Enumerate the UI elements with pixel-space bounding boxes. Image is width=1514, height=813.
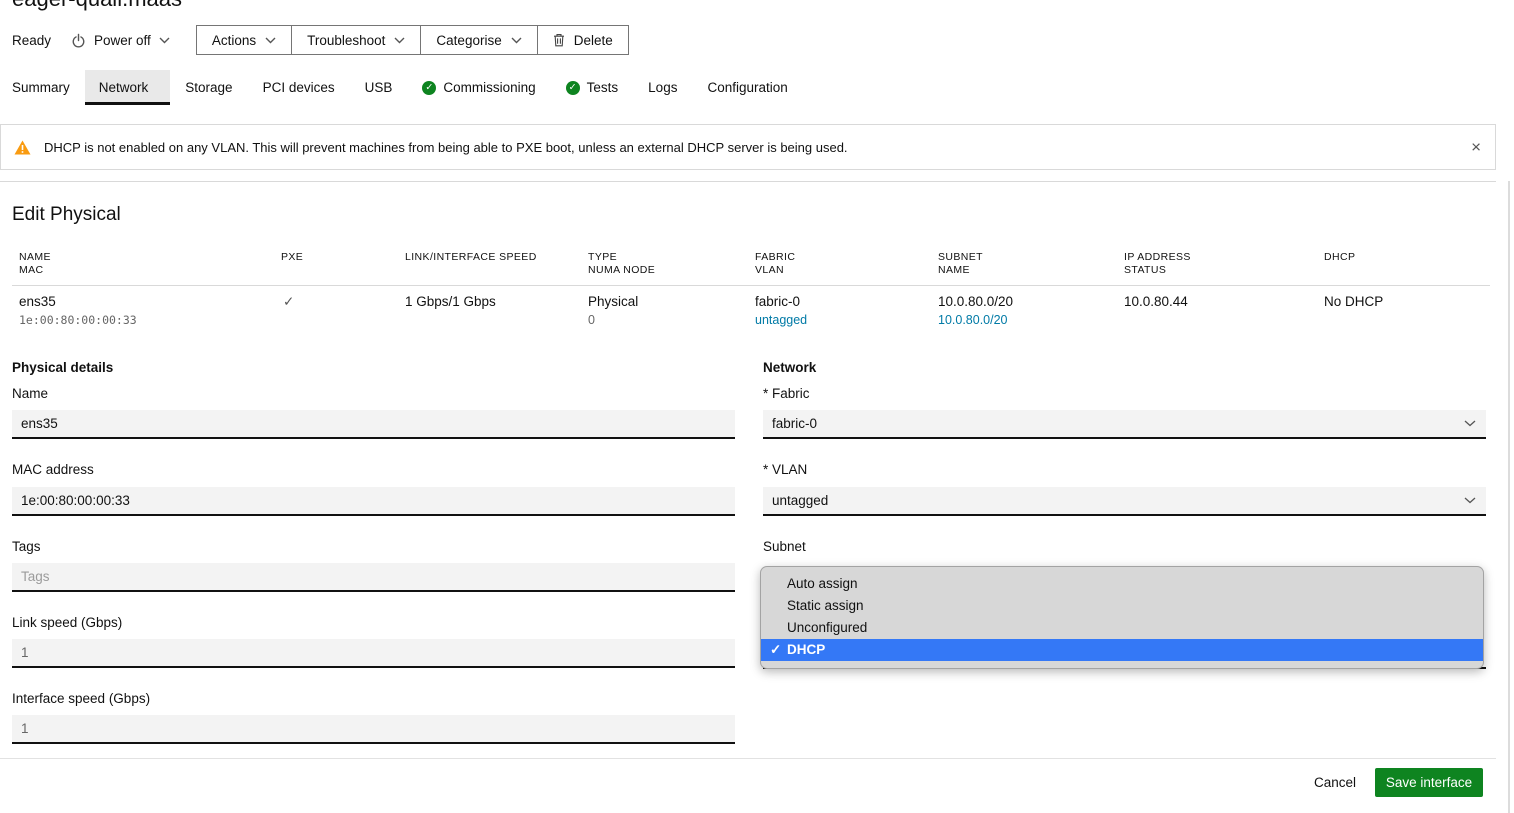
iface-dhcp-status: No DHCP <box>1324 294 1383 309</box>
network-heading: Network <box>763 360 816 375</box>
tab-storage[interactable]: Storage <box>170 70 247 105</box>
iface-subnet-name-link[interactable]: 10.0.80.0/20 <box>938 313 1008 327</box>
subnet-option-auto-assign[interactable]: Auto assign <box>761 573 1483 595</box>
col-header-subnet-name: SUBNETNAME <box>938 251 983 277</box>
subnet-dropdown-menu: Auto assign Static assign Unconfigured ✓… <box>760 566 1484 669</box>
iface-mac: 1e:00:80:00:00:33 <box>19 313 137 327</box>
footer-divider <box>0 758 1496 759</box>
machine-status: Ready <box>12 33 51 48</box>
delete-button[interactable]: Delete <box>538 26 628 54</box>
cancel-button[interactable]: Cancel <box>1300 768 1370 797</box>
table-header-divider <box>12 285 1490 286</box>
col-header-link-speed: LINK/INTERFACE SPEED <box>405 251 537 264</box>
machine-tabs: Summary Network Storage PCI devices USB … <box>0 70 803 105</box>
scroll-track[interactable] <box>1508 181 1510 813</box>
tab-configuration[interactable]: Configuration <box>692 70 802 105</box>
iface-subnet: 10.0.80.0/20 <box>938 294 1013 309</box>
close-icon[interactable]: × <box>1471 139 1481 156</box>
iface-speed: 1 Gbps/1 Gbps <box>405 294 496 309</box>
interface-speed-input[interactable] <box>12 715 735 744</box>
chevron-down-icon <box>265 37 276 44</box>
interface-speed-label: Interface speed (Gbps) <box>12 691 150 706</box>
power-off-dropdown[interactable]: Power off <box>71 33 170 48</box>
check-circle-icon: ✓ <box>566 81 580 95</box>
actions-button[interactable]: Actions <box>197 26 292 54</box>
vlan-label: * VLAN <box>763 462 807 477</box>
name-input[interactable] <box>12 410 735 439</box>
col-header-pxe: PXE <box>281 251 303 264</box>
power-icon <box>71 33 86 48</box>
content-divider <box>0 181 1496 182</box>
check-circle-icon: ✓ <box>422 81 436 95</box>
col-header-ip-status: IP ADDRESSSTATUS <box>1124 251 1191 277</box>
edit-physical-title: Edit Physical <box>12 204 121 226</box>
tags-input[interactable] <box>12 563 735 592</box>
iface-ip-address: 10.0.80.44 <box>1124 294 1188 309</box>
dhcp-warning-banner: DHCP is not enabled on any VLAN. This wi… <box>0 124 1496 170</box>
col-header-dhcp: DHCP <box>1324 251 1355 264</box>
power-label: Power off <box>94 33 151 48</box>
col-header-fabric-vlan: FABRICVLAN <box>755 251 795 277</box>
chevron-down-icon <box>159 37 170 44</box>
iface-numa-node: 0 <box>588 313 595 327</box>
iface-type: Physical <box>588 294 638 309</box>
categorise-button[interactable]: Categorise <box>421 26 537 54</box>
subnet-option-dhcp[interactable]: ✓ DHCP <box>761 639 1483 661</box>
tags-label: Tags <box>12 539 41 554</box>
fabric-select[interactable]: fabric-0 <box>763 410 1486 439</box>
tab-tests[interactable]: ✓ Tests <box>551 70 634 105</box>
col-header-name-mac: NAMEMAC <box>19 251 51 277</box>
pxe-check-icon: ✓ <box>283 294 294 310</box>
tab-network[interactable]: Network <box>85 70 171 105</box>
tab-summary[interactable]: Summary <box>12 70 85 105</box>
vlan-select[interactable]: untagged <box>763 487 1486 516</box>
banner-message: DHCP is not enabled on any VLAN. This wi… <box>44 140 848 155</box>
iface-name: ens35 <box>19 294 56 309</box>
link-speed-input[interactable] <box>12 639 735 668</box>
mac-address-label: MAC address <box>12 462 94 477</box>
trash-icon <box>553 33 565 47</box>
chevron-down-icon <box>511 37 522 44</box>
tab-pci-devices[interactable]: PCI devices <box>248 70 350 105</box>
subnet-label: Subnet <box>763 539 806 554</box>
troubleshoot-button[interactable]: Troubleshoot <box>292 26 421 54</box>
warning-icon <box>14 140 31 155</box>
machine-details-page: eager-quail.maas Ready Power off Actions… <box>0 0 1514 813</box>
chevron-down-icon <box>1464 497 1476 504</box>
iface-fabric: fabric-0 <box>755 294 800 309</box>
save-interface-button[interactable]: Save interface <box>1375 768 1483 797</box>
subnet-option-unconfigured[interactable]: Unconfigured <box>761 617 1483 639</box>
chevron-down-icon <box>394 37 405 44</box>
tab-commissioning[interactable]: ✓ Commissioning <box>407 70 550 105</box>
link-speed-label: Link speed (Gbps) <box>12 615 122 630</box>
col-header-type-numa: TYPENUMA NODE <box>588 251 655 277</box>
name-label: Name <box>12 386 48 401</box>
chevron-down-icon <box>1464 420 1476 427</box>
check-icon: ✓ <box>770 639 781 661</box>
tab-usb[interactable]: USB <box>350 70 408 105</box>
iface-vlan-link[interactable]: untagged <box>755 313 807 327</box>
tab-logs[interactable]: Logs <box>633 70 692 105</box>
fabric-label: * Fabric <box>763 386 810 401</box>
machine-action-group: Actions Troubleshoot Categorise Delete <box>196 25 629 55</box>
page-title: eager-quail.maas <box>12 0 182 12</box>
physical-details-heading: Physical details <box>12 360 113 375</box>
action-bar: Ready Power off Actions Troubleshoot Cat… <box>12 25 629 55</box>
subnet-option-static-assign[interactable]: Static assign <box>761 595 1483 617</box>
mac-address-input[interactable] <box>12 487 735 516</box>
